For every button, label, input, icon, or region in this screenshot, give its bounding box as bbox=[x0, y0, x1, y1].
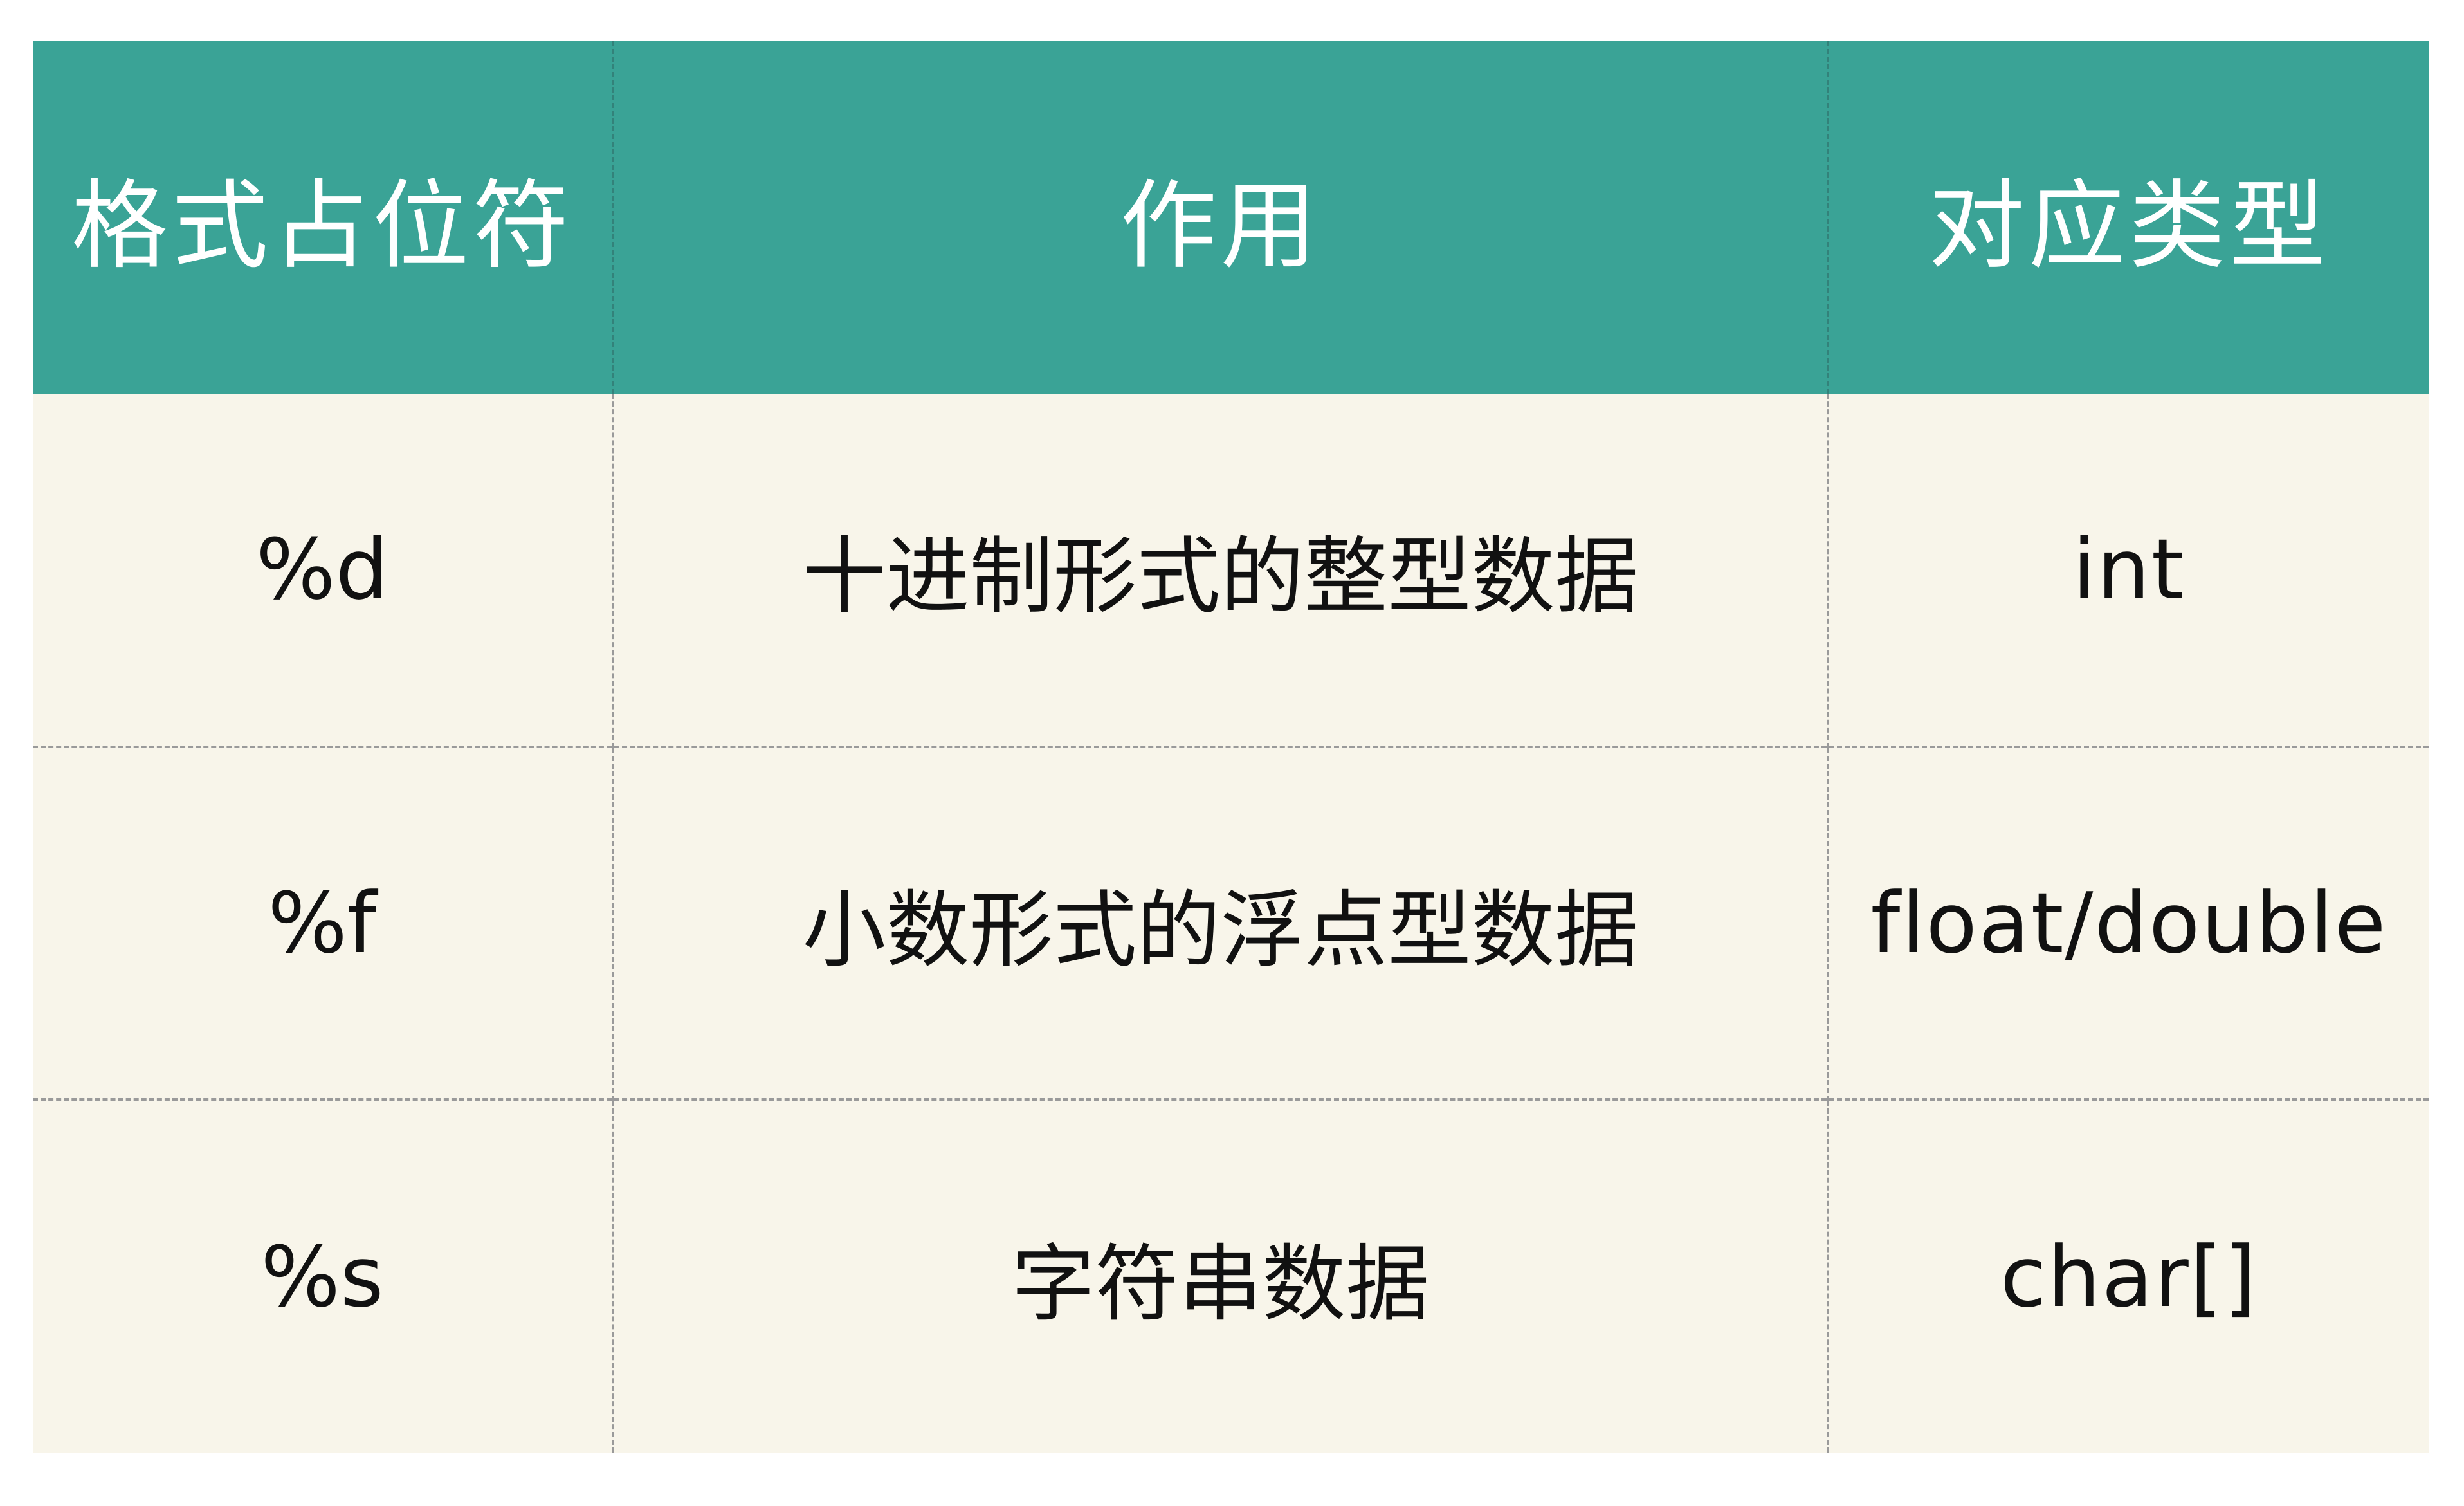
cell-type: int bbox=[1827, 394, 2429, 747]
format-specifier-table-container: 格式占位符 作用 对应类型 %d 十进制形式的整型数据 int %f 小数形式的… bbox=[33, 41, 2429, 1453]
cell-placeholder: %f bbox=[33, 745, 613, 1100]
cell-purpose: 小数形式的浮点型数据 bbox=[612, 745, 1828, 1100]
table-row: %f 小数形式的浮点型数据 float/double bbox=[33, 745, 2429, 1100]
table-row: %s 字符串数据 char[] bbox=[33, 1098, 2429, 1453]
cell-type: float/double bbox=[1827, 745, 2429, 1100]
cell-type: char[] bbox=[1827, 1098, 2429, 1453]
table-header: 格式占位符 作用 对应类型 bbox=[33, 41, 2429, 394]
table-body: %d 十进制形式的整型数据 int %f 小数形式的浮点型数据 float/do… bbox=[33, 394, 2429, 1453]
format-specifier-table: 格式占位符 作用 对应类型 %d 十进制形式的整型数据 int %f 小数形式的… bbox=[33, 41, 2429, 1453]
header-row: 格式占位符 作用 对应类型 bbox=[33, 41, 2429, 394]
header-placeholder: 格式占位符 bbox=[33, 41, 613, 394]
table-row: %d 十进制形式的整型数据 int bbox=[33, 394, 2429, 747]
cell-purpose: 十进制形式的整型数据 bbox=[612, 394, 1828, 747]
header-purpose: 作用 bbox=[612, 41, 1828, 394]
cell-placeholder: %d bbox=[33, 394, 613, 747]
cell-purpose: 字符串数据 bbox=[612, 1098, 1828, 1453]
header-type: 对应类型 bbox=[1827, 41, 2429, 394]
cell-placeholder: %s bbox=[33, 1098, 613, 1453]
